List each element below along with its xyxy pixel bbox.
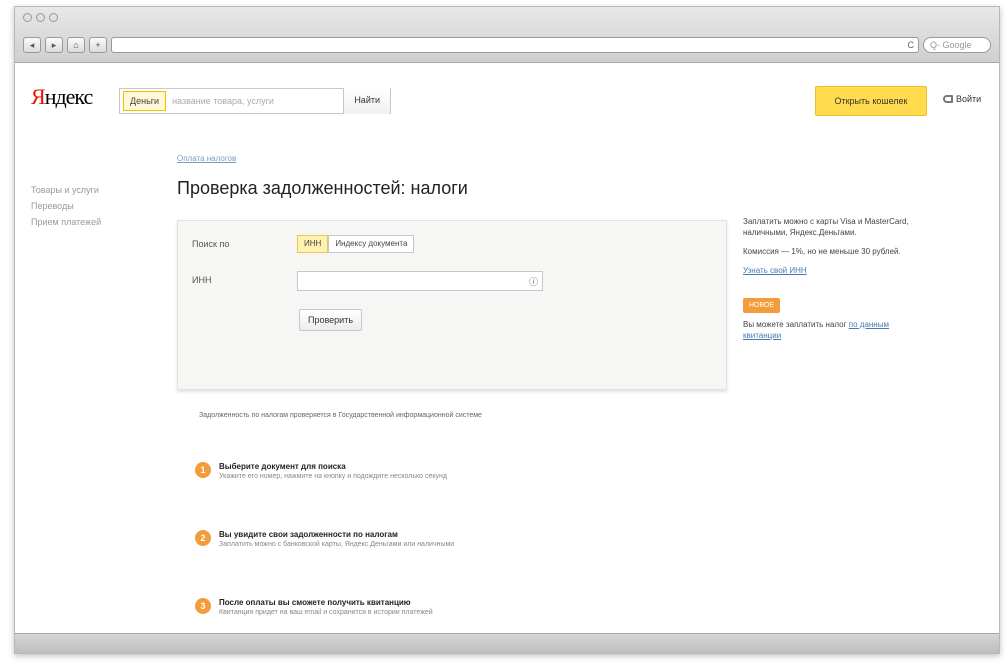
step-1: 1 Выберите документ для поиска Укажите е… <box>195 462 447 480</box>
browser-window: ◂ ▸ ⌂ + C Q- Google Яндекс Деньги назван… <box>14 6 1000 654</box>
aside-commission: Комиссия — 1%, но не меньше 30 рублей. <box>743 247 901 256</box>
logo-first-letter: Я <box>31 84 46 109</box>
page-title: Проверка задолженностей: налоги <box>177 178 468 198</box>
search-form: Деньги название товара, услуги Найти <box>119 88 391 114</box>
step-2: 2 Вы увидите свои задолженности по налог… <box>195 530 454 548</box>
step-number-icon: 3 <box>195 598 211 614</box>
sidebar-item-goods[interactable]: Товары и услуги <box>31 182 101 198</box>
sidebar-item-payments[interactable]: Прием платежей <box>31 214 101 230</box>
info-icon[interactable]: ⓘ <box>529 275 538 288</box>
login-link[interactable]: Войти <box>943 94 981 104</box>
window-controls <box>23 13 58 22</box>
open-wallet-button[interactable]: Открыть кошелек <box>815 86 927 116</box>
key-icon <box>943 95 953 103</box>
browser-chrome: ◂ ▸ ⌂ + C Q- Google <box>15 7 999 63</box>
search-input[interactable]: название товара, услуги <box>166 96 343 106</box>
logo-rest: ндекс <box>44 84 94 109</box>
login-label: Войти <box>956 94 982 104</box>
step-description: Квитанция придет на ваш email и сохранит… <box>219 609 433 616</box>
address-bar[interactable]: C <box>111 37 919 53</box>
inn-label: ИНН <box>192 275 212 285</box>
check-form: Поиск по ИНН Индексу документа ИНН ⓘ Про… <box>177 220 727 390</box>
browser-toolbar: ◂ ▸ ⌂ + C Q- Google <box>23 35 991 55</box>
step-title: Выберите документ для поиска <box>219 462 346 471</box>
back-button[interactable]: ◂ <box>23 37 41 53</box>
zoom-window-button[interactable] <box>49 13 58 22</box>
forward-button[interactable]: ▸ <box>45 37 63 53</box>
page-content: Яндекс Деньги название товара, услуги На… <box>15 64 999 653</box>
find-inn-link[interactable]: Узнать свой ИНН <box>743 266 807 275</box>
yandex-logo[interactable]: Яндекс <box>31 84 94 110</box>
sidebar: Товары и услуги Переводы Прием платежей <box>31 182 101 230</box>
step-description: Укажите его номер, нажмите на кнопку и п… <box>219 473 447 480</box>
check-button[interactable]: Проверить <box>299 309 363 331</box>
aside-payment-methods: Заплатить можно с карты Visa и MasterCar… <box>743 217 909 237</box>
home-button[interactable]: ⌂ <box>67 37 85 53</box>
sidebar-item-transfers[interactable]: Переводы <box>31 198 101 214</box>
minimize-window-button[interactable] <box>36 13 45 22</box>
new-badge: НОВОЕ <box>743 298 781 313</box>
step-title: Вы увидите свои задолженности по налогам <box>219 530 398 539</box>
search-service-tag[interactable]: Деньги <box>123 91 167 111</box>
browser-search-field[interactable]: Q- Google <box>923 37 991 53</box>
add-bookmark-button[interactable]: + <box>89 37 107 53</box>
aside-panel: Заплатить можно с карты Visa и MasterCar… <box>743 216 913 349</box>
step-number-icon: 1 <box>195 462 211 478</box>
close-window-button[interactable] <box>23 13 32 22</box>
browser-status-bar <box>15 633 999 653</box>
step-number-icon: 2 <box>195 530 211 546</box>
search-by-toggle: ИНН Индексу документа <box>297 235 415 253</box>
breadcrumb[interactable]: Оплата налогов <box>177 154 236 163</box>
search-button[interactable]: Найти <box>343 88 390 114</box>
step-description: Заплатить можно с банковской карты, Янде… <box>219 541 455 548</box>
step-3: 3 После оплаты вы сможете получить квита… <box>195 598 433 616</box>
step-title: После оплаты вы сможете получить квитанц… <box>219 598 411 607</box>
option-inn[interactable]: ИНН <box>297 235 329 253</box>
inn-input[interactable]: ⓘ <box>297 271 543 291</box>
option-document-index[interactable]: Индексу документа <box>328 235 415 253</box>
aside-pay-by-receipt: Вы можете заплатить налог <box>743 320 847 329</box>
reload-icon[interactable]: C <box>908 38 915 52</box>
info-note: Задолженность по налогам проверяется в Г… <box>199 412 482 419</box>
search-by-label: Поиск по <box>192 239 230 249</box>
